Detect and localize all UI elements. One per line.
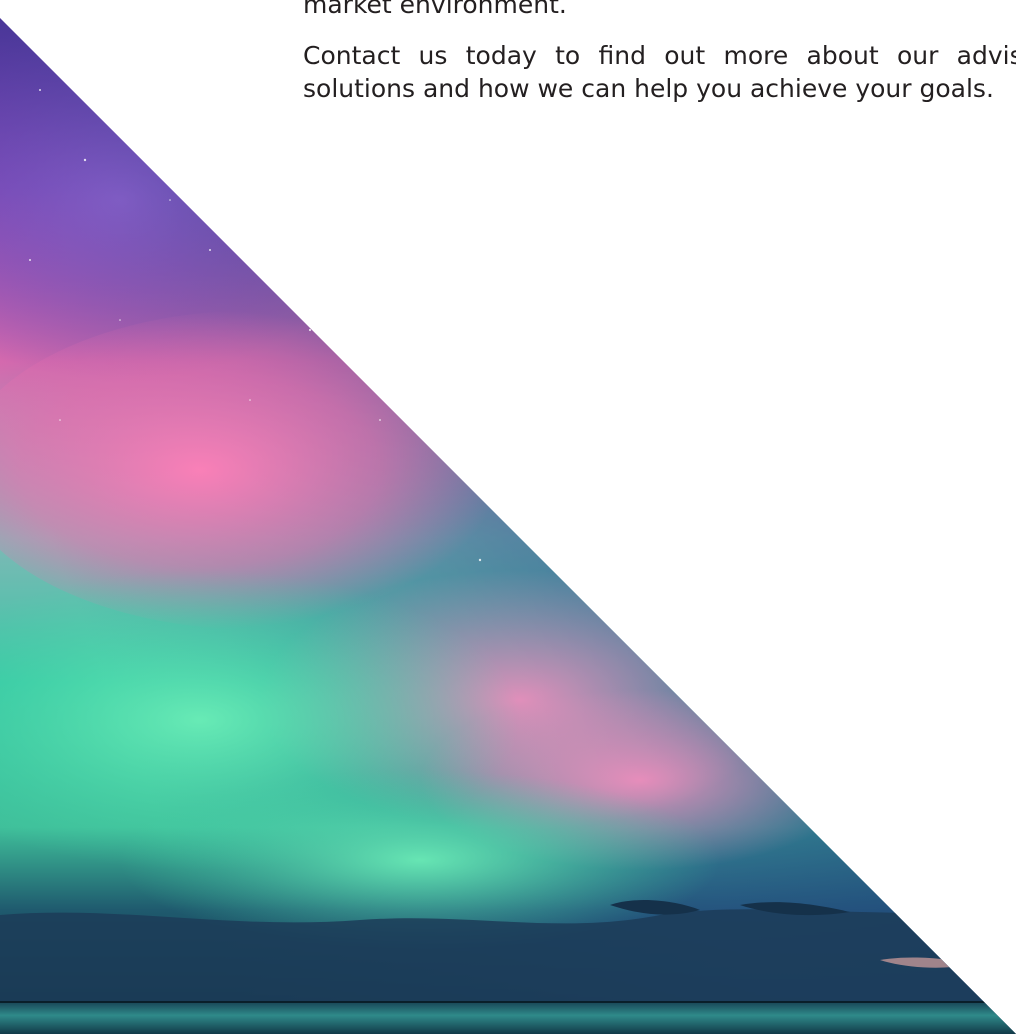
aurora-triangle-image xyxy=(0,18,1016,1034)
body-text: market environment. Contact us today to … xyxy=(303,0,1016,105)
paragraph-1-tail: market environment. xyxy=(303,0,567,19)
paragraph-contact: Contact us today to find out more about … xyxy=(303,41,1016,103)
document-page: market environment. Contact us today to … xyxy=(0,0,1016,1034)
